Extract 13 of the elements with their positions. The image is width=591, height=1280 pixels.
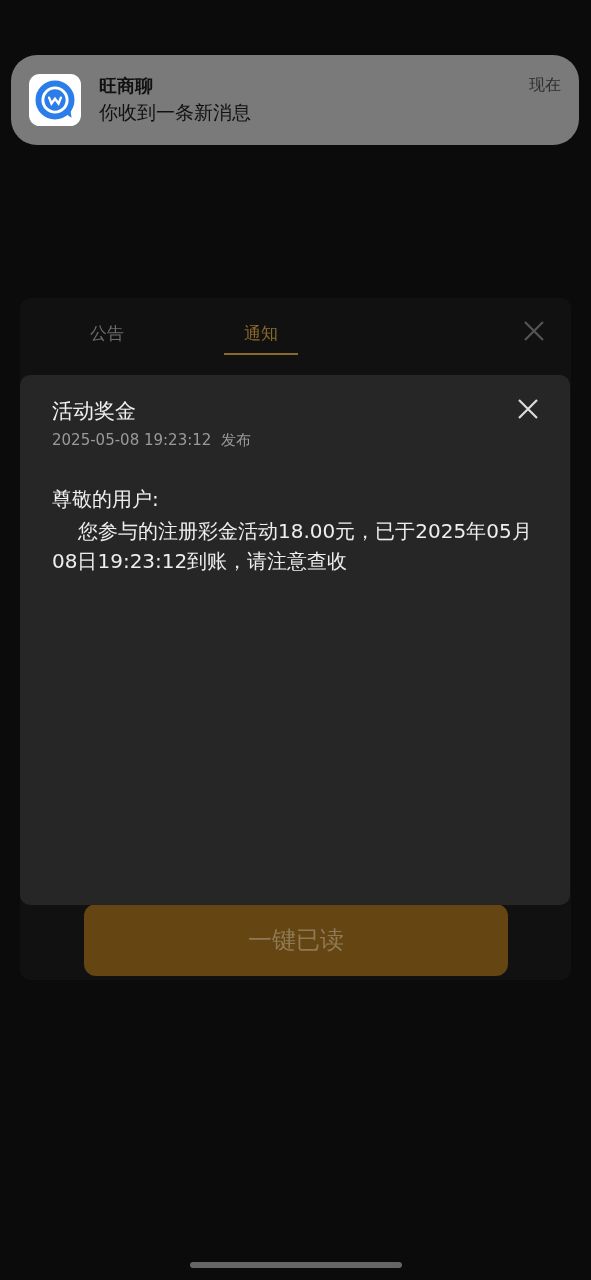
message-text: 您参与的注册彩金活动18.00元，已于2025年05月08日19:23:12到账，请注意查收 [52, 518, 533, 575]
dialog-title: 活动奖金 [52, 398, 137, 425]
greeting-text: 尊敬的用户: [52, 486, 160, 513]
publish-date: 2025-05-08 19:23:12 [52, 431, 212, 450]
notification-banner[interactable]: 旺商聊 你收到一条新消息 现在 [11, 55, 579, 145]
tab[interactable]: 公告 [70, 307, 144, 355]
mark-all-read-button[interactable]: 一键已读 [83, 904, 508, 976]
tab[interactable]: 通知 [224, 307, 298, 355]
notification-message: 你收到一条新消息 [99, 100, 252, 125]
chat-bubble-icon [29, 74, 81, 126]
app-name: 旺商聊 [99, 74, 154, 98]
publish-status: 发布 [221, 431, 252, 450]
notification-time: 现在 [529, 75, 561, 96]
